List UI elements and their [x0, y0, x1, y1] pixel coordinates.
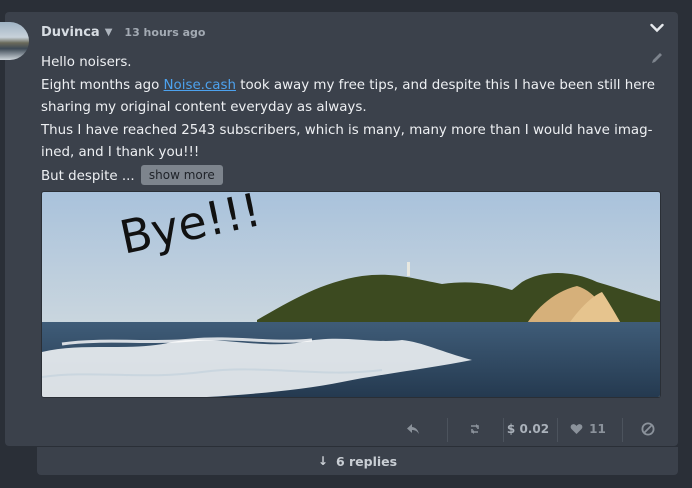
post-line: Thus I have reached 2543 subscribers, wh…	[41, 122, 653, 138]
chevron-down-icon[interactable]: ▼	[105, 27, 113, 38]
tip-amount[interactable]: $ 0.02	[505, 412, 551, 446]
post-header: Duvinca ▼ 13 hours ago	[41, 23, 205, 41]
post-body: Hello noisers. Eight months ago Noise.ca…	[41, 52, 666, 188]
like-button[interactable]: 11	[565, 412, 611, 446]
timestamp[interactable]: 13 hours ago	[124, 26, 205, 39]
divider	[503, 418, 504, 442]
post-line: ined, and I thank you!!!	[41, 145, 200, 160]
replies-count: 6 replies	[335, 453, 398, 469]
post-card: Duvinca ▼ 13 hours ago Hello noisers. Ei…	[0, 12, 678, 446]
arrow-down-icon: ↓	[317, 454, 328, 468]
post-line-text: Eight months ago	[41, 77, 164, 93]
avatar[interactable]	[0, 22, 29, 60]
show-more-button[interactable]: show more	[140, 164, 223, 185]
like-count: 11	[589, 422, 606, 436]
divider	[447, 418, 448, 442]
divider	[622, 418, 623, 442]
heart-icon	[570, 424, 583, 434]
post-line: sharing my original content everyday as …	[41, 100, 367, 115]
username[interactable]: Duvinca	[41, 25, 100, 40]
post-line: Eight months ago Noise.cash took away my…	[41, 75, 666, 98]
reply-icon[interactable]	[393, 412, 433, 446]
action-bar: $ 0.02 11	[5, 412, 678, 446]
post-line-text: But despite ...	[41, 168, 135, 184]
noise-cash-link[interactable]: Noise.cash	[164, 78, 236, 93]
post-line: But despite ... show more	[41, 164, 666, 189]
divider	[557, 418, 558, 442]
repost-icon[interactable]	[455, 412, 495, 446]
show-replies-button[interactable]: ↓ 6 replies	[37, 447, 678, 475]
block-icon[interactable]	[630, 412, 666, 446]
post-image[interactable]: Bye!!!	[41, 191, 661, 398]
collapse-chevron-icon[interactable]	[648, 19, 666, 37]
post-line-text: took away my free tips, and despite this…	[235, 77, 655, 93]
post-line: Hello noisers.	[41, 55, 132, 70]
